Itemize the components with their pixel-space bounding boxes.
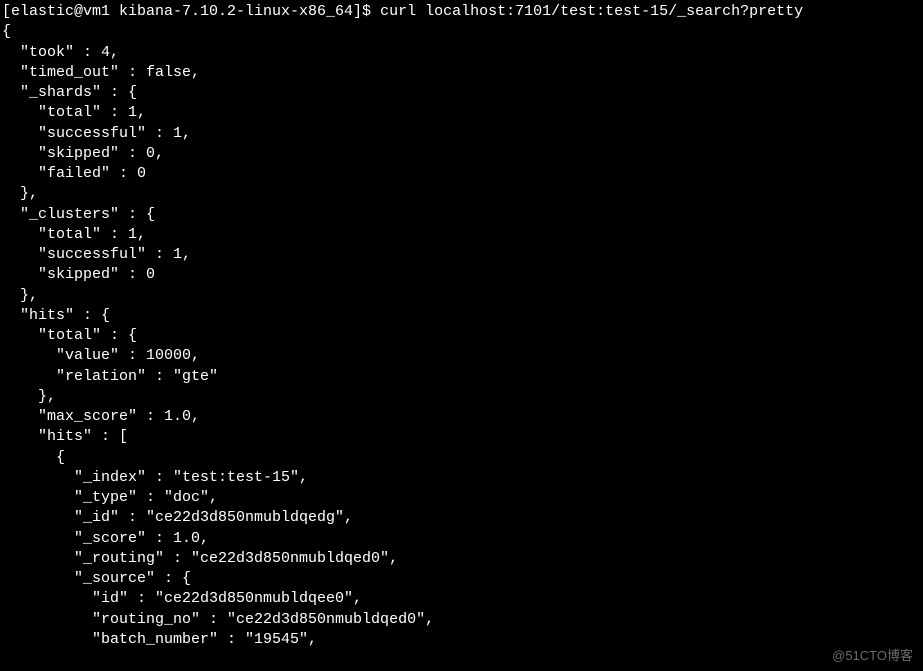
output-line: { bbox=[2, 23, 11, 40]
output-line: "_type" : "doc", bbox=[2, 489, 218, 506]
output-line: "_index" : "test:test-15", bbox=[2, 469, 308, 486]
output-line: "failed" : 0 bbox=[2, 165, 146, 182]
output-line: "max_score" : 1.0, bbox=[2, 408, 200, 425]
output-line: "timed_out" : false, bbox=[2, 64, 200, 81]
output-line: }, bbox=[2, 287, 38, 304]
terminal-output[interactable]: [elastic@vm1 kibana-7.10.2-linux-x86_64]… bbox=[0, 0, 923, 650]
output-line: "batch_number" : "19545", bbox=[2, 631, 317, 648]
output-line: "successful" : 1, bbox=[2, 246, 191, 263]
shell-command: curl localhost:7101/test:test-15/_search… bbox=[380, 3, 803, 20]
output-line: "id" : "ce22d3d850nmubldqee0", bbox=[2, 590, 362, 607]
output-line: "successful" : 1, bbox=[2, 125, 191, 142]
output-line: "_routing" : "ce22d3d850nmubldqed0", bbox=[2, 550, 398, 567]
output-line: "skipped" : 0 bbox=[2, 266, 155, 283]
output-line: "hits" : [ bbox=[2, 428, 128, 445]
shell-prompt: [elastic@vm1 kibana-7.10.2-linux-x86_64]… bbox=[2, 3, 380, 20]
output-line: "routing_no" : "ce22d3d850nmubldqed0", bbox=[2, 611, 434, 628]
output-line: "skipped" : 0, bbox=[2, 145, 164, 162]
output-line: "_shards" : { bbox=[2, 84, 137, 101]
output-line: "_id" : "ce22d3d850nmubldqedg", bbox=[2, 509, 353, 526]
output-line: "_score" : 1.0, bbox=[2, 530, 209, 547]
output-line: "hits" : { bbox=[2, 307, 110, 324]
output-line: }, bbox=[2, 185, 38, 202]
output-line: { bbox=[2, 449, 65, 466]
output-line: "_clusters" : { bbox=[2, 206, 155, 223]
watermark-text: @51CTO博客 bbox=[832, 647, 913, 665]
output-line: "total" : 1, bbox=[2, 226, 146, 243]
output-line: }, bbox=[2, 388, 56, 405]
output-line: "took" : 4, bbox=[2, 44, 119, 61]
output-line: "relation" : "gte" bbox=[2, 368, 218, 385]
output-line: "total" : { bbox=[2, 327, 137, 344]
output-line: "total" : 1, bbox=[2, 104, 146, 121]
output-line: "value" : 10000, bbox=[2, 347, 200, 364]
output-line: "_source" : { bbox=[2, 570, 191, 587]
